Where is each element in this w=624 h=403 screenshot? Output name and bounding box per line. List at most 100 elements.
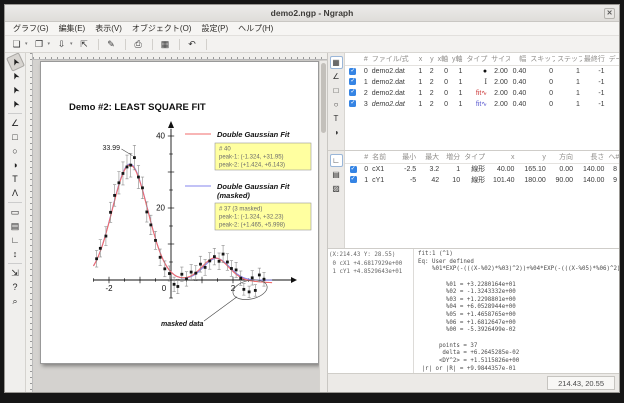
- visible-checkbox[interactable]: ✓: [350, 166, 357, 173]
- column-header[interactable]: x軸: [436, 53, 450, 66]
- column-header[interactable]: x: [413, 53, 424, 66]
- visible-checkbox[interactable]: ✓: [349, 89, 356, 96]
- column-header[interactable]: 方向: [548, 151, 575, 164]
- column-header[interactable]: スキップ: [528, 53, 555, 66]
- table-row[interactable]: ✓0demo2.dat1201●2.000.4001-1: [345, 66, 619, 77]
- column-header[interactable]: タイプ: [462, 151, 487, 164]
- column-header[interactable]: サイズ: [489, 53, 510, 66]
- draw-icon[interactable]: ✎: [104, 37, 119, 51]
- column-header[interactable]: y: [424, 53, 435, 66]
- tab-parameter-icon[interactable]: ▨: [330, 182, 343, 195]
- column-header[interactable]: デー: [607, 53, 619, 66]
- cell: [607, 99, 619, 110]
- menu-item-0[interactable]: グラフ(G): [8, 23, 54, 34]
- data-point: [213, 255, 216, 258]
- title-bar[interactable]: demo2.ngp - Ngraph ✕: [5, 5, 619, 22]
- undo-icon[interactable]: ↶: [185, 37, 200, 51]
- tab-arc-icon[interactable]: ○: [330, 98, 343, 111]
- print-icon[interactable]: ⎙: [131, 37, 146, 51]
- cell: 線形: [462, 175, 487, 186]
- legend-label: Double Gaussian Fit: [217, 130, 290, 139]
- tab-data-icon[interactable]: ▦: [330, 56, 343, 69]
- menu-item-2[interactable]: 表示(V): [90, 23, 127, 34]
- data-point: [118, 181, 121, 184]
- column-header[interactable]: ファイル/式: [370, 53, 413, 66]
- cell: 40.00: [487, 164, 516, 175]
- tab-mark-icon[interactable]: ◑: [330, 126, 343, 139]
- cell: [607, 66, 619, 77]
- axis-scale-icon[interactable]: ⇱: [77, 37, 92, 51]
- canvas-vertical-scrollbar[interactable]: [319, 61, 327, 392]
- close-icon[interactable]: ✕: [604, 8, 615, 19]
- menu-item-3[interactable]: オブジェクト(O): [127, 23, 197, 34]
- data-point: [185, 278, 188, 281]
- open-graph-dropdown-icon[interactable]: ▾: [48, 41, 51, 47]
- chart-title: Demo #2: LEAST SQUARE FIT: [69, 102, 206, 113]
- data-point: [109, 211, 112, 214]
- column-header[interactable]: ステップ: [555, 53, 582, 66]
- cross-axis-tool-icon[interactable]: ∟: [8, 233, 23, 247]
- column-header[interactable]: タイプ: [464, 53, 489, 66]
- cell: 2: [358, 88, 369, 99]
- save-graph-icon[interactable]: ⇩: [54, 37, 69, 51]
- tab-line-icon[interactable]: ∠: [330, 70, 343, 83]
- new-graph-icon[interactable]: ❏: [9, 37, 24, 51]
- menu-item-4[interactable]: 設定(P): [196, 23, 233, 34]
- table-row[interactable]: ✓2demo2.dat1201fit∿2.000.4001-1: [345, 88, 619, 99]
- column-header[interactable]: 最終行: [582, 53, 607, 66]
- legend-info-line: peak-2: (+1.465, +5.998): [219, 223, 285, 229]
- column-header[interactable]: x: [487, 151, 516, 164]
- column-header[interactable]: ヘ#: [606, 151, 619, 164]
- menu-item-1[interactable]: 編集(E): [54, 23, 91, 34]
- scrollbar-thumb[interactable]: [321, 63, 326, 133]
- frame-axis-tool-icon[interactable]: ▭: [8, 205, 23, 219]
- column-header[interactable]: y: [516, 151, 547, 164]
- tab-text-icon[interactable]: T: [330, 112, 343, 125]
- visible-checkbox[interactable]: ✓: [350, 176, 357, 183]
- column-header[interactable]: #: [359, 151, 371, 164]
- cell: 0: [436, 99, 450, 110]
- cell: 2: [424, 77, 435, 88]
- table-row[interactable]: ✓1demo2.dat1201I2.000.4001-1: [345, 77, 619, 88]
- graph-page[interactable]: Demo #2: LEAST SQUARE FIT-202204033.99ma…: [40, 61, 319, 364]
- cell: 180.00: [516, 175, 547, 186]
- tab-axis-icon[interactable]: ∟: [330, 154, 343, 167]
- canvas-area[interactable]: Demo #2: LEAST SQUARE FIT-202204033.99ma…: [26, 53, 327, 392]
- table-row[interactable]: ✓0cX1-2.53.21線形40.00165.100.00140.008: [345, 164, 619, 175]
- mark-tool-icon[interactable]: ◑: [8, 158, 23, 172]
- fit-log-text: fit:1 (^1) Eq: User defined %01*EXP(-(((…: [418, 251, 619, 373]
- table-row[interactable]: ✓3demo2.dat1201fit∿2.000.4001-1: [345, 99, 619, 110]
- cell: demo2.dat: [370, 99, 413, 110]
- visible-checkbox[interactable]: ✓: [349, 78, 356, 85]
- text-tool-icon[interactable]: T: [8, 172, 23, 186]
- arc-tool-icon[interactable]: ○: [8, 144, 23, 158]
- column-header[interactable]: 長さ: [575, 151, 606, 164]
- column-header[interactable]: 最小: [395, 151, 418, 164]
- section-axis-tool-icon[interactable]: ▤: [8, 219, 23, 233]
- visible-checkbox[interactable]: ✓: [349, 100, 356, 107]
- menu-item-5[interactable]: ヘルプ(H): [233, 23, 278, 34]
- fit-log-pane[interactable]: fit:1 (^1) Eq: User defined %01*EXP(-(((…: [414, 249, 619, 373]
- column-header[interactable]: 最大: [418, 151, 441, 164]
- evaluate-tool-icon[interactable]: ?: [8, 280, 23, 294]
- column-header[interactable]: 名前: [370, 151, 395, 164]
- tab-rectangle-icon[interactable]: □: [330, 84, 343, 97]
- column-header[interactable]: #: [358, 53, 369, 66]
- zoom-pointer-tool-icon[interactable]: ⇲: [8, 266, 23, 280]
- data-pointer-icon[interactable]: ➤: [5, 94, 24, 114]
- column-header[interactable]: y軸: [450, 53, 464, 66]
- column-header[interactable]: 増分: [441, 151, 462, 164]
- zoom-tool-icon[interactable]: ⌕: [8, 294, 23, 308]
- line-tool-icon[interactable]: ∠: [8, 116, 23, 130]
- tab-merge-icon[interactable]: ▤: [330, 168, 343, 181]
- data-window-icon[interactable]: ▦: [158, 37, 173, 51]
- table-row[interactable]: ✓1cY1-54210線形101.40180.0090.00140.009: [345, 175, 619, 186]
- rectangle-tool-icon[interactable]: □: [8, 130, 23, 144]
- column-header[interactable]: 幅: [510, 53, 529, 66]
- open-graph-icon[interactable]: ❐: [32, 37, 47, 51]
- save-graph-dropdown-icon[interactable]: ▾: [70, 41, 73, 47]
- single-axis-tool-icon[interactable]: ↕: [8, 247, 23, 261]
- gauss-tool-icon[interactable]: Λ: [8, 186, 23, 200]
- new-graph-dropdown-icon[interactable]: ▾: [25, 41, 28, 47]
- visible-checkbox[interactable]: ✓: [349, 68, 356, 75]
